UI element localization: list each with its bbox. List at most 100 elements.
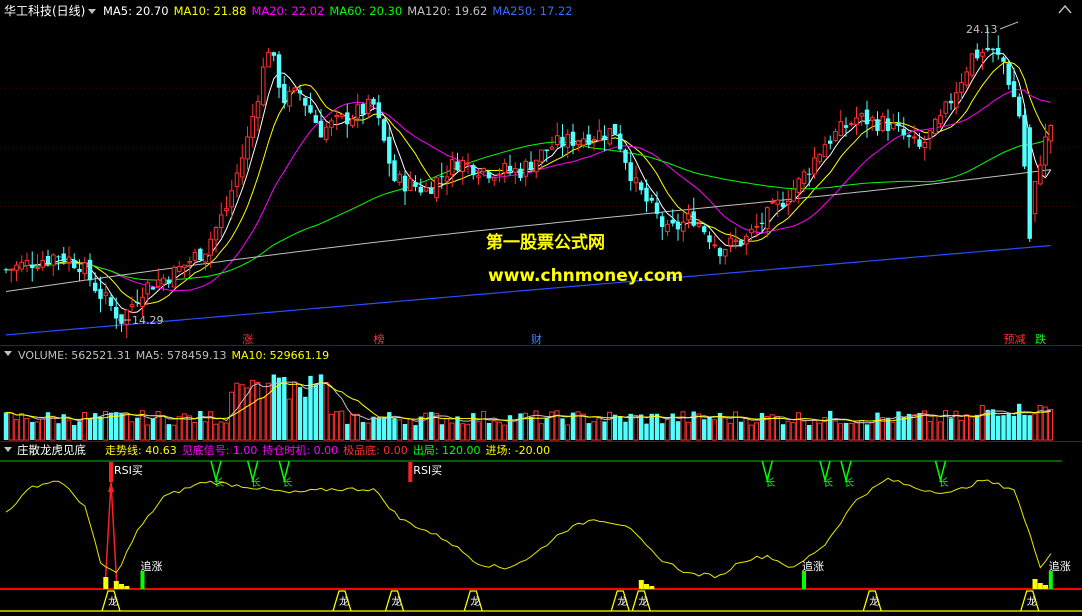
volume-bar — [544, 418, 549, 440]
volume-bar — [45, 412, 51, 440]
candle — [198, 247, 203, 262]
stock-chart-canvas[interactable]: 24.13 14.29 第一股票公式网 www.chnmoney.com 涨 榜 财… — [0, 0, 1082, 616]
ma-legend: MA5: 20.70 MA10: 21.88 MA20: 22.02 MA60: 20… — [103, 4, 573, 18]
volume-bar — [1048, 408, 1053, 441]
position-block — [1043, 585, 1048, 589]
legend-item: MA120: 19.62 — [407, 4, 487, 18]
volume-bar — [875, 412, 880, 440]
volume-bar — [633, 415, 639, 441]
legend-item: MA20: 22.02 — [251, 4, 324, 18]
long-signal-label: 长 — [939, 477, 949, 489]
volume-bar — [160, 415, 166, 441]
event-marker[interactable]: 跌 — [1035, 332, 1046, 346]
volume-bar — [801, 420, 807, 441]
volume-bar — [565, 424, 570, 441]
volume-bar — [381, 417, 387, 440]
volume-bar — [680, 411, 686, 441]
volume-bar — [512, 420, 518, 441]
volume-bar — [618, 416, 623, 440]
dragon-label: 龙 — [1027, 595, 1037, 608]
legend-item: MA10: 21.88 — [174, 4, 247, 18]
dragon-label: 龙 — [339, 595, 349, 608]
long-signal-label: 长 — [765, 477, 775, 489]
volume-bar — [72, 425, 77, 440]
volume-bar — [896, 411, 901, 440]
long-signal-label: 长 — [282, 477, 292, 489]
volume-bar — [360, 422, 366, 440]
volume-bar — [481, 410, 487, 441]
volume-bar — [24, 418, 30, 441]
event-marker[interactable]: 财 — [531, 332, 542, 346]
legend-item: 出局: 120.00 — [413, 443, 481, 457]
position-block — [644, 584, 649, 589]
volume-bar — [591, 421, 597, 441]
volume-bar — [286, 398, 292, 441]
volume-bar — [313, 383, 318, 440]
volume-bar — [660, 423, 665, 440]
volume-bar — [13, 419, 19, 441]
volume-bar — [198, 411, 203, 440]
volume-bar — [176, 416, 182, 441]
volume-bar — [932, 415, 938, 441]
volume-bar — [507, 415, 513, 440]
volume-bar — [702, 419, 707, 440]
volume-bar — [864, 424, 870, 440]
volume-bar — [465, 423, 471, 441]
volume-bar — [560, 418, 565, 440]
volume-bar — [1011, 416, 1017, 440]
chase-label: 追涨 — [1049, 559, 1071, 573]
high-price-label: 24.13 — [966, 23, 998, 36]
volume-bar — [19, 413, 25, 441]
volume-bar — [811, 419, 817, 441]
volume-bar — [166, 424, 171, 440]
volume-bar — [780, 424, 786, 440]
rsi-buy-label: RSI买 — [114, 464, 143, 477]
candle — [612, 123, 618, 135]
legend-item: 见底信号: 1.00 — [182, 443, 258, 457]
dragon-label: 龙 — [617, 595, 627, 608]
volume-bar — [639, 414, 644, 440]
volume-bar — [580, 413, 586, 441]
volume-bar — [759, 413, 765, 440]
volume-bar — [8, 412, 14, 441]
event-marker[interactable]: 涨 — [242, 333, 253, 346]
volume-bar — [927, 421, 933, 441]
volume-bar — [602, 421, 607, 440]
position-block — [113, 581, 119, 589]
volume-bar — [192, 422, 198, 441]
volume-bar — [3, 412, 9, 440]
volume-bar — [964, 414, 969, 441]
volume-bar — [129, 421, 135, 441]
volume-bar — [832, 420, 838, 441]
legend-item: MA5: 578459.13 — [136, 349, 227, 362]
volume-bar — [607, 411, 612, 441]
volume-bar — [644, 423, 649, 440]
volume-bar — [56, 423, 61, 440]
volume-bar — [975, 414, 980, 440]
volume-bar — [748, 424, 754, 441]
chase-bar — [1048, 571, 1053, 589]
volume-bar — [817, 422, 822, 441]
volume-bar — [654, 413, 660, 440]
volume-bar — [996, 415, 1001, 440]
volume-bar — [397, 419, 403, 441]
position-block — [1037, 583, 1043, 589]
volume-bar — [371, 416, 376, 440]
event-marker[interactable]: 预减 — [1004, 333, 1026, 346]
volume-bar — [838, 423, 843, 441]
event-marker[interactable]: 榜 — [374, 332, 385, 346]
volume-bar — [843, 422, 849, 440]
volume-bar — [276, 377, 282, 440]
volume-legend: VOLUME: 562521.31 MA5: 578459.13 MA10: 529… — [18, 349, 329, 362]
volume-bar — [979, 405, 985, 441]
volume-bar — [754, 422, 759, 441]
volume-bar — [328, 413, 334, 441]
candle — [381, 118, 387, 143]
volume-bar — [502, 424, 508, 441]
legend-item: MA10: 529661.19 — [231, 349, 329, 362]
volume-bar — [969, 416, 975, 441]
legend-item: MA250: 17.22 — [492, 4, 572, 18]
dragon-label: 龙 — [869, 595, 879, 608]
volume-bar — [66, 419, 72, 441]
volume-bar — [948, 418, 954, 440]
